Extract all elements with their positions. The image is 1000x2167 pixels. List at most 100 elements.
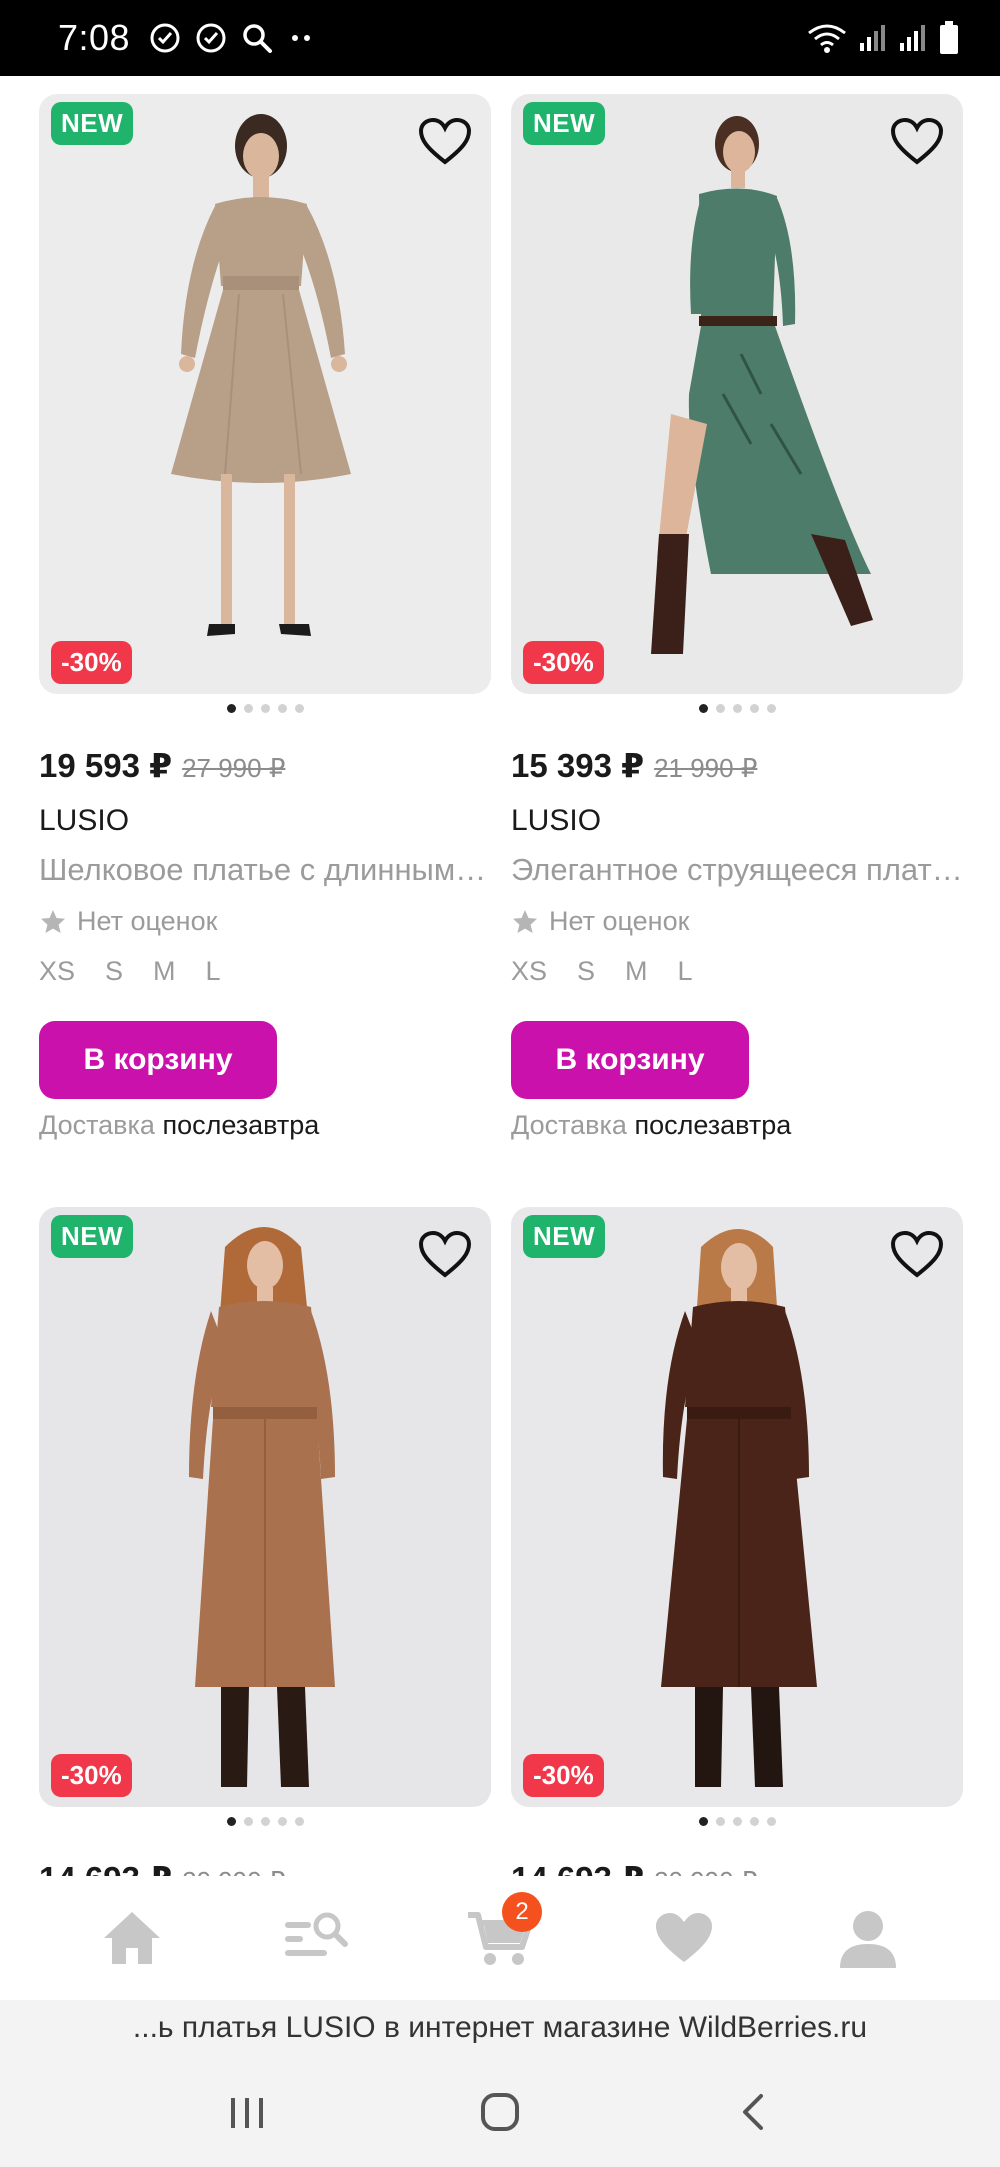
pagination-dot [715,1817,725,1826]
product-image [511,94,963,694]
pagination-dot [260,704,270,713]
status-time: 7:08 [58,17,131,58]
bottom-navigation: 2 [0,1876,1000,2000]
product-image [511,1207,963,1807]
back-button[interactable] [708,2077,798,2147]
nav-catalog[interactable] [266,1898,366,1978]
pagination-dot [243,1817,253,1826]
pagination-dot [749,1817,759,1826]
wifi-icon [808,24,846,53]
star-icon [41,909,65,933]
rating: Нет оценок [39,906,217,937]
pagination-dot [294,704,304,713]
delivery-info: Доставка послезавтра [511,1110,791,1141]
new-badge: NEW [51,1215,134,1258]
pagination-dot [766,1817,776,1826]
star-icon [513,909,537,933]
cart-count-badge: 2 [502,1892,542,1932]
discount-badge: -30% [523,1754,604,1797]
product-title[interactable]: Элегантное струящееся платье [511,852,963,888]
product-image [39,1207,491,1807]
photo-pagination [511,704,963,713]
product-image [39,94,491,694]
heart-icon[interactable] [417,116,473,168]
back-icon [743,2093,764,2130]
rating: Нет оценок [511,906,689,937]
favorites-icon [656,1913,712,1962]
signal-icon [860,25,885,51]
profile-icon [840,1911,896,1968]
delivery-label: Доставка [511,1110,627,1140]
nav-home[interactable] [82,1898,182,1978]
pagination-dot [732,1817,742,1826]
size-option: L [677,956,693,986]
check-circle-icon [196,23,226,53]
pagination-dot [277,704,287,713]
discount-badge: -30% [51,641,132,684]
browser-title-bar[interactable]: ...ь платья LUSIO в интернет магазине Wi… [0,2000,1000,2056]
product-photo[interactable]: NEW -30% [39,1207,491,1807]
delivery-label: Доставка [39,1110,155,1140]
delivery-info: Доставка послезавтра [39,1110,319,1141]
pagination-dot [698,1817,708,1826]
size-option: XS [511,956,548,986]
rating-text: Нет оценок [549,906,690,936]
nav-cart[interactable]: 2 [450,1892,550,1978]
product-title[interactable]: Шелковое платье с длинным рукавом [39,852,491,888]
home-button[interactable] [455,2077,545,2147]
pagination-dot [226,1817,236,1826]
photo-pagination [39,704,491,713]
product-photo[interactable]: NEW -30% [39,94,491,694]
price-row: 19 593 ₽ 27 990 ₽ [39,746,285,785]
heart-icon[interactable] [417,1229,473,1281]
discount-badge: -30% [51,1754,132,1797]
delivery-value: послезавтра [634,1110,792,1140]
new-badge: NEW [523,102,606,145]
signal-icon [900,25,925,51]
status-system-icons [806,20,960,56]
new-badge: NEW [523,1215,606,1258]
pagination-dot [749,704,759,713]
size-option: L [205,956,221,986]
pagination-dot [243,704,253,713]
check-circle-icon [150,23,180,53]
sizes: XS S M L [511,956,693,987]
photo-pagination [511,1817,963,1826]
pagination-dot [260,1817,270,1826]
size-option: M [625,956,648,986]
size-option: S [105,956,124,986]
old-price: 27 990 ₽ [182,753,286,783]
product-photo[interactable]: NEW -30% [511,94,963,694]
add-to-cart-button[interactable]: В корзину [511,1021,749,1099]
heart-icon[interactable] [889,1229,945,1281]
heart-icon[interactable] [889,116,945,168]
recent-apps-button[interactable] [202,2077,292,2147]
catalog-search-icon [285,1912,348,1956]
photo-pagination [39,1817,491,1826]
nav-profile[interactable] [818,1898,918,1978]
size-option: S [577,956,596,986]
product-photo[interactable]: NEW -30% [511,1207,963,1807]
search-icon [243,24,273,53]
price: 19 593 ₽ [39,747,173,784]
page-title-text: ...ь платья LUSIO в интернет магазине Wi… [132,2011,868,2044]
status-bar: 7:08 [0,0,1000,76]
add-to-cart-button[interactable]: В корзину [39,1021,277,1099]
nav-favorites[interactable] [634,1898,734,1978]
pagination-dot [294,1817,304,1826]
size-option: M [153,956,176,986]
new-badge: NEW [51,102,134,145]
home-circle-icon [480,2092,519,2131]
pagination-dot [732,704,742,713]
status-notifications [148,21,316,55]
recent-apps-icon [230,2097,263,2128]
pagination-dot [766,704,776,713]
sizes: XS S M L [39,956,221,987]
more-dots-icon [292,35,311,41]
rating-text: Нет оценок [77,906,218,936]
pagination-dot [226,704,236,713]
size-option: XS [39,956,76,986]
delivery-value: послезавтра [162,1110,320,1140]
system-navigation [0,2056,1000,2167]
price-row: 15 393 ₽ 21 990 ₽ [511,746,757,785]
